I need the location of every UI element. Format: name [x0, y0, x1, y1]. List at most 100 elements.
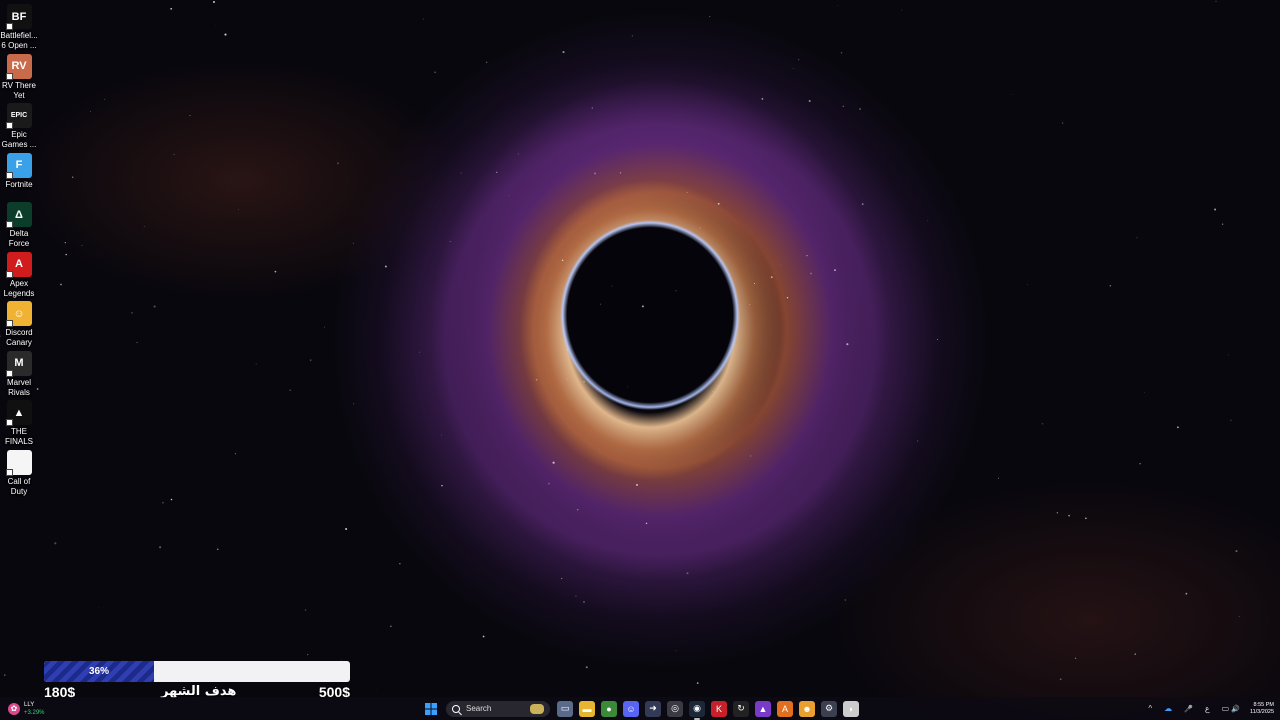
star — [582, 380, 586, 383]
star — [98, 607, 100, 609]
desktop-shortcut[interactable]: BF Battlefiel... 6 Open ... — [0, 2, 38, 52]
desktop-shortcut[interactable]: ☺ Discord Canary — [0, 299, 38, 349]
clock[interactable]: 8:55 PM 11/3/2025 — [1250, 702, 1274, 716]
stock-widget[interactable]: ✿ LLY +3.29% — [8, 699, 45, 718]
shortcut-arrow-icon — [5, 419, 13, 426]
steam-icon[interactable]: ◉ — [689, 700, 705, 720]
shortcut-arrow-icon — [5, 171, 13, 179]
network-icon[interactable]: ▭ — [1222, 697, 1230, 720]
star — [161, 501, 164, 504]
star — [449, 241, 451, 242]
star — [1041, 423, 1044, 425]
star — [627, 386, 629, 388]
star — [136, 341, 138, 344]
rv-there-yet-icon: RV — [5, 53, 32, 80]
star — [304, 609, 307, 611]
star — [840, 52, 843, 54]
goal-percent-label: 36% — [88, 666, 109, 677]
shortcut-arrow-icon — [5, 369, 13, 377]
desktop-shortcut[interactable]: ▲ THE FINALS — [0, 398, 38, 448]
app-shield-icon[interactable]: ◗ — [843, 700, 859, 717]
desktop-shortcut[interactable]: F Fortnite — [0, 151, 38, 201]
system-tray: ^ ☁ 🎤 ع ▭ 🔊 8:55 PM 11/3/2025 — [1142, 697, 1274, 720]
star — [1215, 0, 1217, 2]
star — [631, 35, 633, 37]
app-avatar-icon[interactable]: ☻ — [799, 700, 815, 717]
settings-icon[interactable]: ⚙ — [821, 700, 837, 717]
search-label: Search — [466, 704, 492, 713]
star — [1235, 550, 1238, 553]
onedrive-icon[interactable]: ☁ — [1164, 697, 1172, 720]
desktop-shortcut-label: THE FINALS — [4, 427, 33, 446]
app-refresh-icon[interactable]: ↻ — [733, 700, 749, 717]
discord-canary-icon: ☺ — [5, 301, 32, 327]
star — [1027, 283, 1028, 285]
desktop-shortcut[interactable]: RV RV There Yet — [0, 52, 38, 102]
star — [770, 276, 773, 279]
file-explorer-icon[interactable]: ▬ — [579, 700, 595, 717]
app-car-icon[interactable]: ▲ — [755, 700, 771, 717]
star — [1139, 463, 1141, 465]
star — [159, 546, 162, 549]
star — [583, 601, 585, 603]
star — [324, 326, 325, 328]
desktop-shortcut[interactable]: Call of Duty — [0, 448, 38, 498]
star — [846, 343, 849, 346]
star — [709, 16, 711, 18]
app-red-icon[interactable]: K — [711, 700, 727, 717]
stock-symbol: LLY — [24, 701, 35, 708]
star — [482, 635, 485, 638]
star — [761, 98, 764, 100]
star — [153, 305, 156, 308]
star — [255, 363, 257, 365]
star — [1059, 678, 1062, 681]
file-manager-icon[interactable]: ▭ — [557, 700, 573, 717]
star — [508, 195, 510, 197]
star — [1085, 517, 1087, 519]
app-arrow-icon[interactable]: ➜ — [645, 700, 661, 717]
chrome-icon[interactable]: ● — [601, 700, 617, 717]
star — [485, 61, 488, 64]
input-language-indicator[interactable]: ع — [1205, 697, 1210, 720]
app-disc-icon[interactable]: ◎ — [667, 700, 683, 717]
desktop-shortcut[interactable]: A Apex Legends — [0, 250, 38, 300]
desktop-shortcut[interactable]: M Marvel Rivals — [0, 349, 38, 399]
star — [861, 203, 864, 206]
call-of-duty-file-icon — [5, 449, 32, 476]
taskbar-apps: ▭ ▬ ● ☺ ➜ ◎ ◉ K ↻ ▲ A ☻ ⚙ ◗ — [554, 700, 862, 720]
star — [376, 688, 378, 690]
app-orange-icon[interactable]: A — [777, 700, 793, 717]
desktop-shortcut-label: Battlefiel... 6 Open ... — [0, 31, 38, 50]
goal-progress-bar: 36% — [44, 661, 350, 682]
star — [808, 99, 811, 103]
discord-icon[interactable]: ☺ — [623, 700, 639, 717]
star — [798, 58, 800, 61]
volume-icon[interactable]: 🔊 — [1231, 697, 1240, 720]
show-hidden-icons-chevron-icon[interactable]: ^ — [1148, 697, 1152, 720]
start-button[interactable] — [423, 701, 439, 717]
star — [619, 172, 622, 174]
star — [399, 563, 401, 565]
star — [337, 162, 339, 165]
battlefield-icon: BF — [5, 4, 32, 30]
star — [562, 51, 565, 54]
star — [577, 509, 579, 511]
star — [585, 666, 588, 669]
shortcut-arrow-icon — [5, 23, 13, 30]
microphone-icon[interactable]: 🎤 — [1184, 697, 1193, 720]
star — [189, 114, 191, 117]
star — [496, 171, 498, 173]
desktop-shortcut[interactable]: Δ Delta Force — [0, 200, 38, 250]
desktop-shortcut[interactable]: EPIC Epic Games ... — [0, 101, 38, 151]
star — [575, 595, 577, 597]
desktop-shortcut-label: Delta Force — [8, 229, 30, 248]
star — [213, 1, 215, 3]
taskbar-search-box[interactable]: Search — [446, 700, 550, 717]
star — [352, 242, 354, 244]
star — [645, 522, 648, 525]
shortcut-arrow-icon — [5, 468, 13, 476]
star — [1109, 285, 1111, 287]
star — [131, 311, 134, 314]
star — [806, 255, 808, 257]
star — [422, 18, 424, 20]
